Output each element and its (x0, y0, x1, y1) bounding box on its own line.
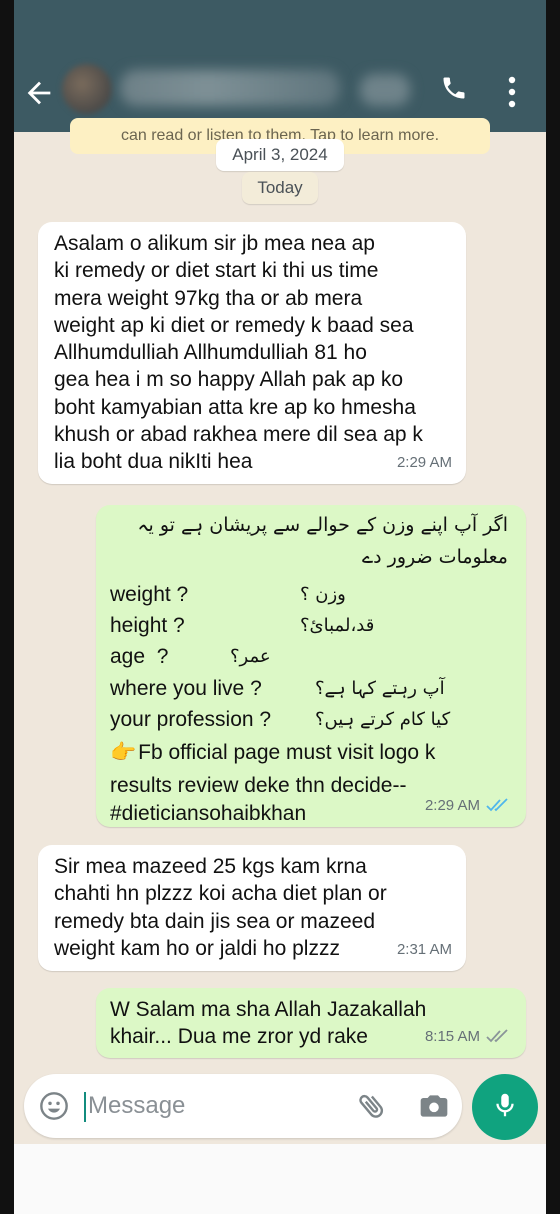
mic-icon (490, 1090, 520, 1125)
question-ur: کیا کام کرتے ہیں؟ (315, 708, 451, 730)
message-meta: 2:31 AM (397, 936, 452, 963)
screen-edge-left (0, 0, 14, 1214)
message-meta: 2:29 AM (397, 449, 452, 476)
urdu-line: اگر آپ اپنے وزن کے حوالے سے پریشان ہے تو… (137, 514, 508, 536)
question-row: weight ? وزن ؟ (110, 579, 512, 610)
question-en: where you live ? (110, 676, 262, 700)
message-meta: 2:29 AM (425, 792, 512, 819)
double-tick-delivered-icon (486, 1028, 512, 1044)
message-bubble-incoming[interactable]: Sir mea mazeed 25 kgs kam krna chahti hn… (38, 845, 466, 971)
message-bubble-outgoing[interactable]: اگر آپ اپنے وزن کے حوالے سے پریشان ہے تو… (96, 505, 526, 827)
message-composer[interactable]: Message (24, 1074, 462, 1138)
question-ur: وزن ؟ (300, 583, 346, 605)
message-time: 8:15 AM (424, 1027, 480, 1045)
question-en: age ? (110, 645, 169, 669)
contact-avatar[interactable] (62, 64, 112, 114)
question-row: your profession ? کیا کام کرتے ہیں؟ (110, 704, 512, 735)
question-row: age ? عمر؟ (110, 641, 512, 672)
question-ur: آپ رہتے کہا ہے؟ (315, 677, 445, 699)
more-vert-icon[interactable] (500, 74, 524, 110)
chat-header (0, 0, 560, 132)
message-bubble-incoming[interactable]: Asalam o alikum sir jb mea nea ap ki rem… (38, 222, 466, 484)
mic-button[interactable] (472, 1074, 538, 1140)
urdu-line: معلومات ضرور دے (362, 546, 508, 568)
question-ur: عمر؟ (230, 646, 271, 668)
message-time: 2:31 AM (396, 940, 452, 958)
screen-edge-right (546, 0, 560, 1214)
video-call-icon[interactable] (360, 74, 410, 106)
text-cursor (84, 1092, 86, 1122)
question-en: your profession ? (110, 707, 272, 731)
message-text: Sir mea mazeed 25 kgs kam krna chahti hn… (54, 855, 387, 960)
double-tick-read-icon (486, 797, 512, 813)
question-row: height ? قد،لمبائ؟ (110, 610, 512, 641)
system-nav-area (0, 1144, 560, 1214)
date-chip: April 3, 2024 (216, 139, 344, 171)
message-input[interactable]: Message (88, 1090, 185, 1122)
message-bubble-outgoing[interactable]: W Salam ma sha Allah Jazakallah khair...… (96, 988, 526, 1058)
message-time: 2:29 AM (424, 796, 480, 814)
contact-name-redacted[interactable] (120, 70, 340, 106)
question-ur: قد،لمبائ؟ (300, 615, 375, 637)
pointing-hand-icon: 👉 (110, 740, 137, 764)
question-en: weight ? (110, 582, 189, 606)
today-chip: Today (242, 172, 318, 204)
arrow-left-icon[interactable] (22, 76, 56, 110)
fb-line: 👉Fb official page must visit logo k (110, 739, 512, 766)
emoji-icon[interactable] (38, 1090, 70, 1122)
message-time: 2:29 AM (396, 453, 452, 471)
message-text: Asalam o alikum sir jb mea nea ap ki rem… (54, 232, 423, 474)
camera-icon[interactable] (418, 1090, 450, 1122)
paperclip-icon[interactable] (356, 1090, 388, 1122)
phone-icon[interactable] (440, 74, 470, 108)
message-meta: 8:15 AM (425, 1023, 512, 1050)
question-row: where you live ? آپ رہتے کہا ہے؟ (110, 673, 512, 704)
question-en: height ? (110, 614, 185, 638)
fb-line-text: Fb official page must visit logo k (138, 740, 436, 764)
